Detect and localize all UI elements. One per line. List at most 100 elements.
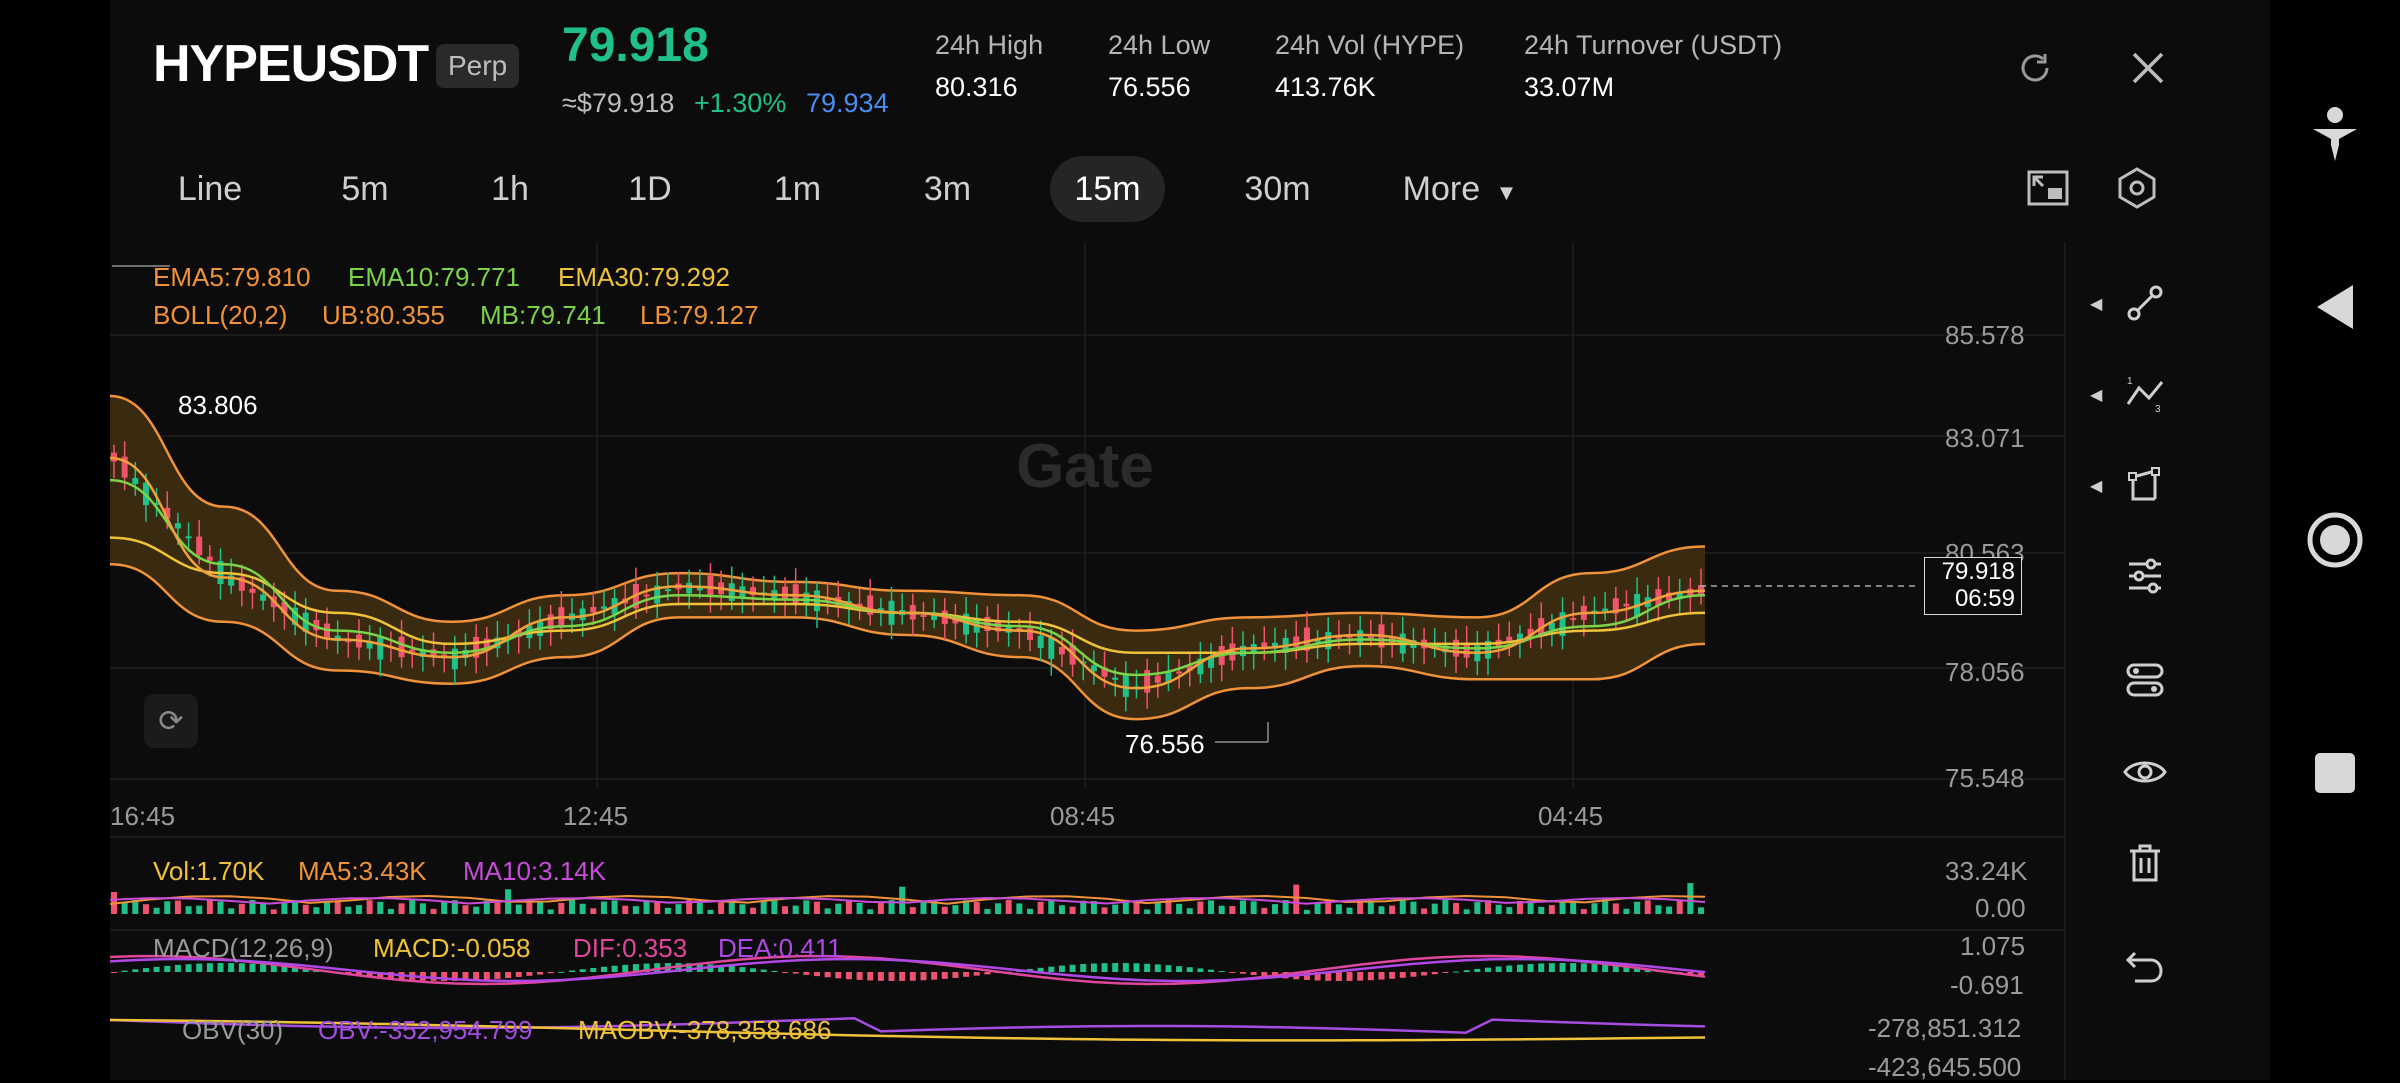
- trendline-tool-icon[interactable]: [2115, 273, 2175, 333]
- macd-bar: [185, 964, 192, 972]
- recents-icon[interactable]: [2300, 738, 2370, 808]
- volume-bar: [718, 902, 725, 914]
- macd-bar: [1112, 963, 1119, 972]
- back-icon[interactable]: [2300, 272, 2370, 342]
- macd-bar: [196, 963, 203, 972]
- tab-1d[interactable]: 1D: [610, 156, 690, 222]
- macd-bar: [1144, 963, 1151, 972]
- undo-icon[interactable]: [2115, 937, 2175, 997]
- volume-bar: [174, 900, 181, 914]
- macd-axis-top: 1.075: [1960, 931, 2026, 961]
- indicator-settings-icon[interactable]: [2115, 546, 2175, 606]
- macd-bar: [1399, 972, 1406, 978]
- ema30-legend: EMA30:79.292: [558, 262, 731, 292]
- volume-bar: [696, 902, 703, 914]
- volume-bar: [1357, 901, 1364, 914]
- candle-body: [920, 614, 927, 617]
- tab-line[interactable]: Line: [160, 156, 260, 222]
- home-icon[interactable]: [2300, 505, 2370, 575]
- macd-bar: [877, 972, 884, 981]
- volume-bar: [1335, 904, 1342, 914]
- volume-bar: [515, 904, 522, 914]
- tab-1h[interactable]: 1h: [470, 156, 550, 222]
- candle-body: [579, 608, 586, 621]
- volume-bar: [1474, 902, 1481, 914]
- candle-body: [249, 588, 256, 593]
- macd-bar: [1122, 963, 1129, 972]
- candle-body: [1112, 677, 1119, 680]
- macd-bar: [579, 969, 586, 972]
- volume-bar: [1698, 907, 1704, 914]
- macd-bar: [750, 968, 757, 972]
- macd-bar: [537, 972, 544, 975]
- volume-ma5-legend: MA5:3.43K: [298, 856, 427, 886]
- volume-bar: [441, 901, 448, 914]
- fullscreen-exit-icon[interactable]: [2018, 158, 2078, 218]
- tab-5m[interactable]: 5m: [320, 156, 410, 222]
- accessibility-icon[interactable]: [2300, 100, 2370, 170]
- layer-settings-icon[interactable]: [2115, 650, 2175, 710]
- ema5-legend: EMA5:79.810: [153, 262, 311, 292]
- tab-1m[interactable]: 1m: [755, 156, 840, 222]
- macd-bar: [856, 972, 863, 980]
- tab-30m[interactable]: 30m: [1225, 156, 1330, 222]
- volume-bar: [1197, 901, 1204, 914]
- volume-bar: [1176, 903, 1183, 914]
- volume-bar: [270, 909, 277, 914]
- volume-bar: [409, 900, 416, 914]
- macd-bar: [153, 966, 160, 972]
- volume-bar: [909, 907, 916, 914]
- macd-bar: [1101, 963, 1108, 972]
- volume-bar: [984, 908, 991, 914]
- volume-bar: [1346, 907, 1353, 914]
- last-price: 79.918: [562, 19, 709, 72]
- macd-bar: [164, 965, 171, 972]
- volume-bar: [590, 908, 597, 914]
- candle-body: [1602, 608, 1609, 611]
- price-axis-label: 83.071: [1945, 423, 2025, 453]
- candle-body: [185, 536, 192, 539]
- volume-bar: [707, 909, 714, 914]
- volume-bar: [377, 901, 384, 914]
- trash-icon[interactable]: [2115, 833, 2175, 893]
- candle-body: [206, 556, 213, 561]
- refresh-icon[interactable]: [2005, 38, 2065, 98]
- macd-bar: [515, 972, 522, 977]
- macd-bar: [1442, 972, 1449, 973]
- macd-bar: [228, 963, 235, 972]
- close-icon[interactable]: [2118, 38, 2178, 98]
- volume-bar: [1421, 908, 1428, 914]
- tab-more[interactable]: More ▼: [1400, 156, 1520, 222]
- volume-bar: [281, 902, 288, 914]
- stat-turnover-label: 24h Turnover (USDT): [1524, 30, 1783, 60]
- volume-bar: [1261, 907, 1268, 914]
- volume-bar: [387, 908, 394, 914]
- price-axis-label: 85.578: [1945, 320, 2025, 350]
- macd-bar: [1548, 963, 1555, 972]
- volume-bar: [1271, 904, 1278, 914]
- macd-bar: [1346, 972, 1353, 981]
- volume-bar: [1463, 909, 1470, 914]
- volume-bar: [1389, 905, 1396, 914]
- volume-bar: [1208, 900, 1215, 914]
- tab-15m[interactable]: 15m: [1050, 156, 1165, 222]
- volume-bar: [568, 900, 575, 914]
- boll-lb-legend: LB:79.127: [640, 300, 759, 330]
- shape-tool-icon[interactable]: [2115, 455, 2175, 515]
- stat-low-value: 76.556: [1108, 72, 1191, 102]
- volume-bar: [1591, 903, 1598, 914]
- tab-3m[interactable]: 3m: [900, 156, 995, 222]
- volume-bar: [1314, 902, 1321, 914]
- macd-bar: [611, 965, 618, 972]
- volume-bar: [1570, 901, 1577, 914]
- macd-bar: [121, 970, 128, 972]
- volume-bar: [1026, 908, 1033, 914]
- settings-icon[interactable]: [2107, 158, 2167, 218]
- fib-tool-icon[interactable]: 13: [2115, 364, 2175, 424]
- chart-type-toggle[interactable]: ⟳: [144, 694, 198, 748]
- macd-bar: [1186, 967, 1193, 972]
- volume-bar: [664, 907, 671, 914]
- volume-bar: [355, 905, 362, 914]
- macd-bar: [1421, 972, 1428, 976]
- eye-icon[interactable]: [2115, 742, 2175, 802]
